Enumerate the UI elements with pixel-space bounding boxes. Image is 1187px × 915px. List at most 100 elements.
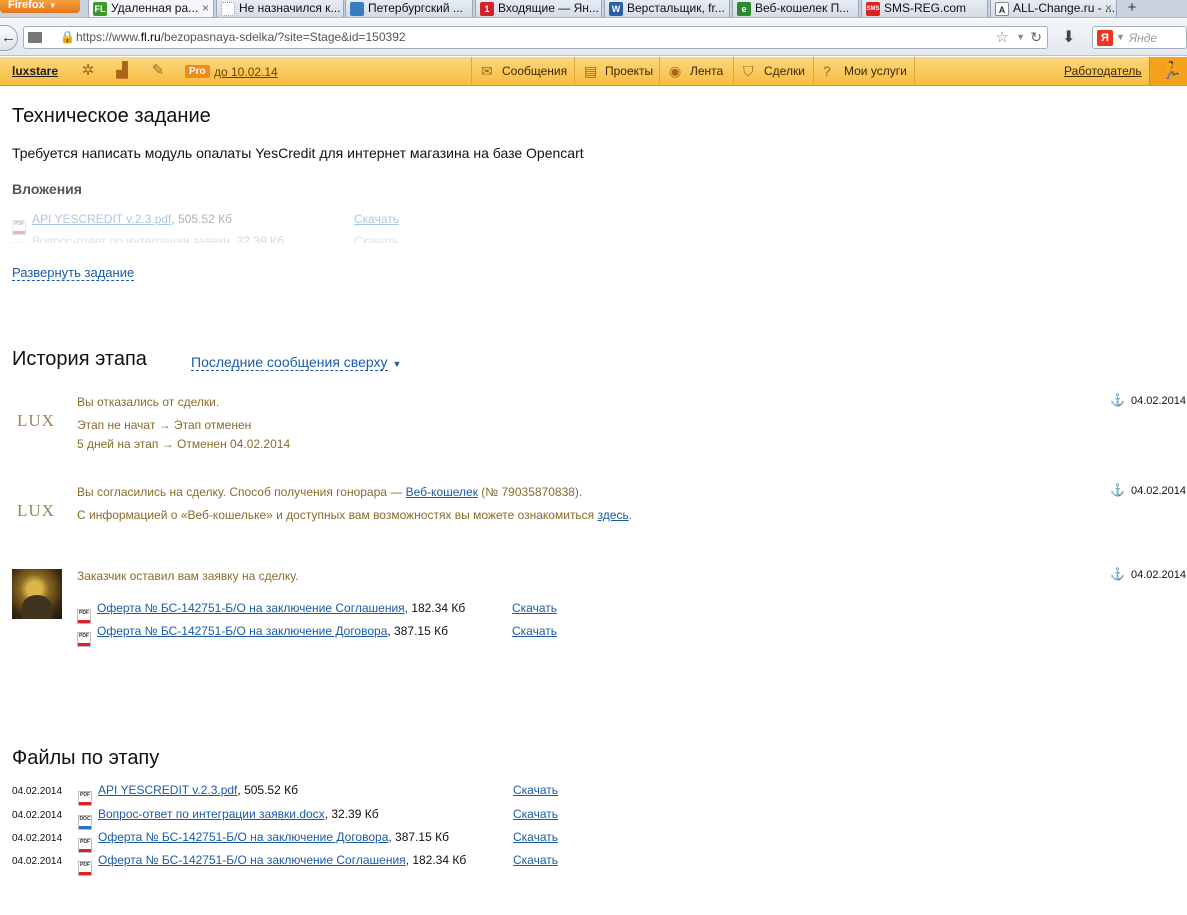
download-icon[interactable]: ⬇ [1062,27,1075,47]
history-title: История этапа [12,348,147,370]
attachment-row: PDF API YESCREDIT v.2.3.pdf, 505.52 Кб [12,212,232,235]
pdf-icon: PDF [78,861,92,876]
file-link[interactable]: Оферта № БС-142751-Б/О на заключение Сог… [97,601,405,615]
doc-icon: DOC [78,815,92,830]
file-size: 387.15 Кб [395,830,449,844]
avatar: LUX [17,411,55,430]
file-size: 182.34 Кб [412,853,467,867]
history-message: Вы согласились на сделку. Способ получен… [77,485,583,499]
username-link[interactable]: luxstare [12,64,58,78]
chevron-down-icon[interactable]: ▼ [1116,32,1125,42]
fl-icon: FL [93,2,107,16]
info-here-link[interactable]: здесь [598,508,629,522]
file-size: 182.34 Кб [411,601,466,615]
sort-order-dropdown[interactable]: Последние сообщения сверху ▼ [191,354,401,371]
stats-icon[interactable]: ▟ [113,62,131,80]
document-icon: ▤ [584,63,598,79]
download-link[interactable]: Скачать [512,601,557,615]
customer-avatar[interactable] [12,569,62,619]
history-message: Вы отказались от сделки. [77,395,220,409]
sms-icon: SMS [866,2,880,16]
gear-icon[interactable]: ✲ [79,62,97,80]
doc-icon: DOC [12,242,26,243]
speech-bubble-icon: ◉ [669,63,682,79]
pdf-icon: PDF [12,220,26,235]
file-size: 387.15 Кб [394,624,448,638]
tab-fl[interactable]: FL Удаленная ра... × [88,0,214,17]
file-row: PDF API YESCREDIT v.2.3.pdf, 505.52 Кб [78,783,298,806]
nav-messages[interactable]: ✉ Сообщения [471,57,574,85]
download-link[interactable]: Скачать [512,624,557,638]
attachment-link[interactable]: API YESCREDIT v.2.3.pdf [32,212,171,226]
file-link[interactable]: Оферта № БС-142751-Б/О на заключение Дог… [98,830,388,844]
tab-not-assigned[interactable]: Не назначился к... [216,0,344,17]
pro-expiry-link[interactable]: до 10.02.14 [214,65,278,79]
url-text[interactable]: https://www.fl.ru/bezopasnaya-sdelka/?si… [76,30,406,44]
history-timestamp: ⚓ 04.02.2014 [1110,393,1187,407]
tab-webmoney[interactable]: e Веб-кошелек П... [732,0,859,17]
pdf-icon: PDF [78,791,92,806]
file-row: PDF Оферта № БС-142751-Б/О на заключение … [77,624,448,647]
tab-all-change[interactable]: A ALL-Change.ru - ... × [990,0,1117,17]
loading-icon [221,2,235,16]
address-bar[interactable]: 🔒 https://www.fl.ru/bezopasnaya-sdelka/?… [23,26,1048,49]
reload-icon[interactable]: ↻ [1030,29,1042,46]
file-date: 04.02.2014 [12,786,63,797]
close-icon[interactable]: × [202,0,209,16]
history-timestamp: ⚓ 04.02.2014 [1110,567,1187,581]
attachment-link[interactable]: Вопрос-ответ по интеграции заявки [32,234,230,243]
download-link[interactable]: Скачать [513,807,558,821]
firefox-menu-button[interactable]: Firefox ▼ [0,0,80,13]
new-tab-button[interactable]: + [1120,0,1144,17]
history-message: 5 дней на этап → Отменен 04.02.2014 [77,437,291,451]
tab-inbox[interactable]: 1 Входящие — Ян... [475,0,602,17]
download-link[interactable]: Скачать [513,830,558,844]
file-link[interactable]: API YESCREDIT v.2.3.pdf [98,783,237,797]
attachment-download-link[interactable]: Скачать [354,212,399,226]
history-message: Этап не начат → Этап отменен [77,418,252,432]
a-icon: A [995,2,1009,16]
shield-icon: ⛉ [743,63,754,79]
file-link[interactable]: Оферта № БС-142751-Б/О на заключение Дог… [97,624,387,638]
history-dropdown-icon[interactable]: ▼ [1016,32,1025,42]
pdf-icon: PDF [78,838,92,853]
history-message: Заказчик оставил вам заявку на сделку. [77,569,299,583]
envelope-icon: ✉ [481,63,493,79]
site-toolbar: luxstare ✲ ▟ ✎ Pro до 10.02.14 ✉ Сообщени… [0,57,1187,86]
file-link[interactable]: Вопрос-ответ по интеграции заявки.docx [98,807,325,821]
file-link[interactable]: Оферта № БС-142751-Б/О на заключение Сог… [98,853,406,867]
tab-verstalshik[interactable]: W Верстальщик, fr... [604,0,730,17]
runner-icon[interactable]: 🏃 [1149,57,1187,85]
download-link[interactable]: Скачать [513,783,558,797]
anchor-icon[interactable]: ⚓ [1110,567,1125,581]
file-row: PDF Оферта № БС-142751-Б/О на заключение … [77,601,465,624]
download-link[interactable]: Скачать [513,853,558,867]
spec-description: Требуется написать модуль опалаты YesCre… [12,145,584,161]
edit-icon[interactable]: ✎ [149,62,167,80]
bookmark-star-icon[interactable]: ☆ [996,28,1009,46]
tab-sms-reg[interactable]: SMS SMS-REG.com [861,0,988,17]
nav-projects[interactable]: ▤ Проекты [574,57,659,85]
attachments-heading: Вложения [12,181,82,197]
anchor-icon[interactable]: ⚓ [1110,483,1125,497]
attachment-size: 32.39 Кб [236,234,284,243]
lock-icon: 🔒 [60,30,75,44]
expand-spec-link[interactable]: Развернуть задание [12,265,135,281]
nav-feed[interactable]: ◉ Лента [659,57,733,85]
employer-switch-link[interactable]: Работодатель [1064,64,1142,78]
spec-title: Техническое задание [12,105,211,127]
nav-my-services[interactable]: ? Мои услуги [813,57,915,85]
avatar: LUX [17,501,55,520]
yandex-icon[interactable]: Я [1097,30,1113,46]
anchor-icon[interactable]: ⚓ [1110,393,1125,407]
nav-deals[interactable]: ⛉ Сделки [733,57,813,85]
search-box[interactable]: Я ▼ Янде [1092,26,1187,49]
tab-peterburg[interactable]: Петербургский ... [345,0,473,17]
site-identity-icon[interactable] [28,32,42,43]
back-button[interactable]: ← [0,25,18,51]
wallet-icon: e [737,2,751,16]
pro-badge[interactable]: Pro [185,65,210,78]
close-icon[interactable]: × [1105,0,1112,16]
web-wallet-link[interactable]: Веб-кошелек [406,485,478,499]
attachment-download-link[interactable]: Скачать [354,234,399,243]
